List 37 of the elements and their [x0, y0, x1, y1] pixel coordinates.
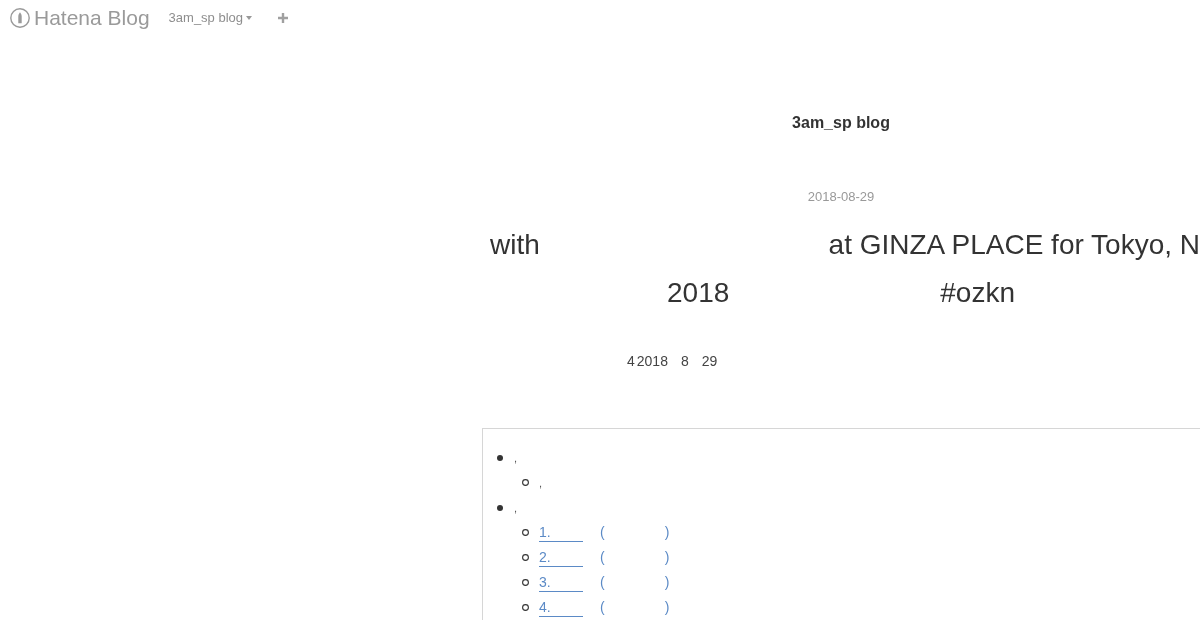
bullet-disc-icon: [497, 504, 503, 511]
toc-item-text: ,: [514, 450, 518, 465]
bullet-disc-icon: [497, 454, 503, 461]
paren-text: ): [664, 599, 670, 616]
toc-link[interactable]: 3.: [539, 573, 583, 592]
logo-text[interactable]: Hatena Blog: [34, 6, 150, 30]
entry-title-text: 2018: [667, 276, 730, 310]
entry-title-text: #ozkn: [940, 276, 1015, 310]
caret-icon: [246, 16, 253, 20]
paren-text: ): [664, 524, 670, 541]
bullet-ring-icon: [522, 579, 529, 586]
blog-menu[interactable]: 3am_sp blog: [168, 10, 253, 26]
entry-title-text: at GINZA PLACE for Tokyo, N: [828, 228, 1200, 262]
paren-text: ): [664, 549, 670, 566]
paren-text: (: [600, 549, 605, 566]
entry-meta-text: 29: [701, 352, 718, 370]
toc-item-text: ,: [514, 500, 518, 515]
entry-meta-text: 2018: [636, 352, 668, 370]
entry-title-text: with: [490, 228, 540, 262]
entry-meta-text: 8: [680, 352, 689, 370]
toc-item-text: ,: [539, 475, 543, 490]
plus-icon[interactable]: [278, 13, 289, 23]
blog-title[interactable]: 3am_sp blog: [792, 113, 890, 133]
paren-text: (: [600, 574, 605, 591]
paren-text: (: [600, 599, 605, 616]
paren-text: (: [600, 524, 605, 541]
bullet-ring-icon: [522, 554, 529, 561]
bullet-ring-icon: [522, 479, 529, 486]
bullet-ring-icon: [522, 604, 529, 611]
entry-meta-text: 4: [627, 352, 635, 370]
toc-link[interactable]: 2.: [539, 548, 583, 567]
bullet-ring-icon: [522, 529, 529, 536]
logo-icon[interactable]: [10, 8, 30, 28]
paren-text: ): [664, 574, 670, 591]
toc-link[interactable]: 4.: [539, 598, 583, 617]
toc-link[interactable]: 1.: [539, 523, 583, 542]
entry-date[interactable]: 2018-08-29: [807, 189, 875, 205]
